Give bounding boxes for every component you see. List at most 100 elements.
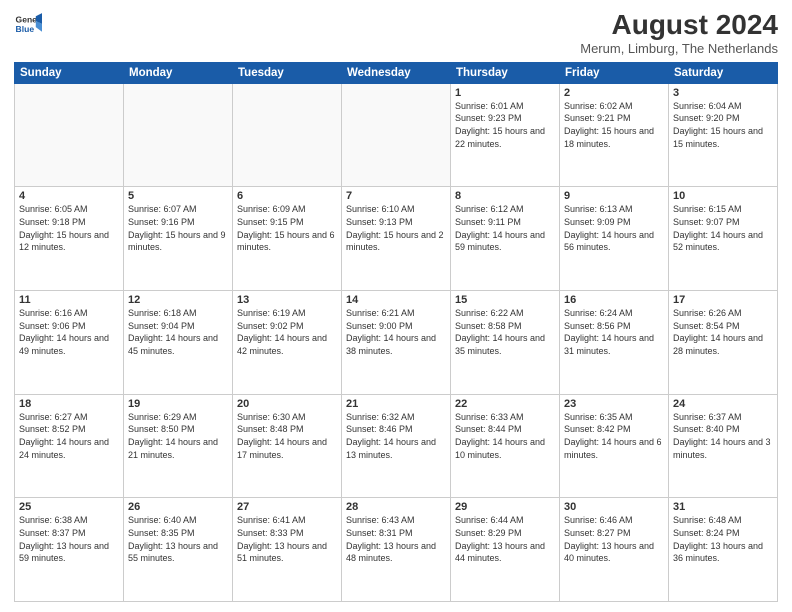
calendar-cell: 25Sunrise: 6:38 AM Sunset: 8:37 PM Dayli… — [15, 498, 124, 602]
calendar-cell: 21Sunrise: 6:32 AM Sunset: 8:46 PM Dayli… — [342, 394, 451, 498]
day-info: Sunrise: 6:32 AM Sunset: 8:46 PM Dayligh… — [346, 411, 446, 461]
day-info: Sunrise: 6:30 AM Sunset: 8:48 PM Dayligh… — [237, 411, 337, 461]
day-number: 14 — [346, 294, 446, 306]
day-number: 24 — [673, 398, 773, 410]
calendar-cell: 29Sunrise: 6:44 AM Sunset: 8:29 PM Dayli… — [451, 498, 560, 602]
day-number: 6 — [237, 190, 337, 202]
calendar-week-1: 1Sunrise: 6:01 AM Sunset: 9:23 PM Daylig… — [15, 83, 778, 187]
day-info: Sunrise: 6:29 AM Sunset: 8:50 PM Dayligh… — [128, 411, 228, 461]
calendar-cell: 8Sunrise: 6:12 AM Sunset: 9:11 PM Daylig… — [451, 187, 560, 291]
day-info: Sunrise: 6:37 AM Sunset: 8:40 PM Dayligh… — [673, 411, 773, 461]
day-info: Sunrise: 6:16 AM Sunset: 9:06 PM Dayligh… — [19, 307, 119, 357]
day-info: Sunrise: 6:15 AM Sunset: 9:07 PM Dayligh… — [673, 203, 773, 253]
page: General Blue August 2024 Merum, Limburg,… — [0, 0, 792, 612]
day-info: Sunrise: 6:21 AM Sunset: 9:00 PM Dayligh… — [346, 307, 446, 357]
calendar-body: 1Sunrise: 6:01 AM Sunset: 9:23 PM Daylig… — [15, 83, 778, 601]
calendar-cell — [124, 83, 233, 187]
day-header-saturday: Saturday — [669, 62, 778, 83]
day-number: 29 — [455, 501, 555, 513]
calendar-cell: 7Sunrise: 6:10 AM Sunset: 9:13 PM Daylig… — [342, 187, 451, 291]
day-number: 26 — [128, 501, 228, 513]
day-info: Sunrise: 6:44 AM Sunset: 8:29 PM Dayligh… — [455, 514, 555, 564]
calendar-week-4: 18Sunrise: 6:27 AM Sunset: 8:52 PM Dayli… — [15, 394, 778, 498]
calendar-cell: 28Sunrise: 6:43 AM Sunset: 8:31 PM Dayli… — [342, 498, 451, 602]
day-number: 21 — [346, 398, 446, 410]
day-number: 17 — [673, 294, 773, 306]
day-number: 11 — [19, 294, 119, 306]
calendar-cell: 5Sunrise: 6:07 AM Sunset: 9:16 PM Daylig… — [124, 187, 233, 291]
day-number: 9 — [564, 190, 664, 202]
day-info: Sunrise: 6:35 AM Sunset: 8:42 PM Dayligh… — [564, 411, 664, 461]
calendar-cell: 27Sunrise: 6:41 AM Sunset: 8:33 PM Dayli… — [233, 498, 342, 602]
day-info: Sunrise: 6:01 AM Sunset: 9:23 PM Dayligh… — [455, 100, 555, 150]
calendar-cell: 12Sunrise: 6:18 AM Sunset: 9:04 PM Dayli… — [124, 291, 233, 395]
day-info: Sunrise: 6:19 AM Sunset: 9:02 PM Dayligh… — [237, 307, 337, 357]
header: General Blue August 2024 Merum, Limburg,… — [14, 10, 778, 56]
day-info: Sunrise: 6:12 AM Sunset: 9:11 PM Dayligh… — [455, 203, 555, 253]
day-number: 1 — [455, 87, 555, 99]
day-header-friday: Friday — [560, 62, 669, 83]
calendar-cell: 10Sunrise: 6:15 AM Sunset: 9:07 PM Dayli… — [669, 187, 778, 291]
calendar-cell: 20Sunrise: 6:30 AM Sunset: 8:48 PM Dayli… — [233, 394, 342, 498]
logo: General Blue — [14, 10, 42, 38]
day-header-monday: Monday — [124, 62, 233, 83]
day-info: Sunrise: 6:10 AM Sunset: 9:13 PM Dayligh… — [346, 203, 446, 253]
day-number: 31 — [673, 501, 773, 513]
calendar-week-3: 11Sunrise: 6:16 AM Sunset: 9:06 PM Dayli… — [15, 291, 778, 395]
day-number: 23 — [564, 398, 664, 410]
calendar-cell: 24Sunrise: 6:37 AM Sunset: 8:40 PM Dayli… — [669, 394, 778, 498]
calendar-header-row: SundayMondayTuesdayWednesdayThursdayFrid… — [15, 62, 778, 83]
calendar-cell: 15Sunrise: 6:22 AM Sunset: 8:58 PM Dayli… — [451, 291, 560, 395]
calendar-cell: 23Sunrise: 6:35 AM Sunset: 8:42 PM Dayli… — [560, 394, 669, 498]
day-number: 19 — [128, 398, 228, 410]
calendar-cell: 9Sunrise: 6:13 AM Sunset: 9:09 PM Daylig… — [560, 187, 669, 291]
calendar-cell: 30Sunrise: 6:46 AM Sunset: 8:27 PM Dayli… — [560, 498, 669, 602]
day-header-thursday: Thursday — [451, 62, 560, 83]
calendar-cell: 19Sunrise: 6:29 AM Sunset: 8:50 PM Dayli… — [124, 394, 233, 498]
day-info: Sunrise: 6:07 AM Sunset: 9:16 PM Dayligh… — [128, 203, 228, 253]
day-number: 5 — [128, 190, 228, 202]
day-info: Sunrise: 6:05 AM Sunset: 9:18 PM Dayligh… — [19, 203, 119, 253]
day-info: Sunrise: 6:48 AM Sunset: 8:24 PM Dayligh… — [673, 514, 773, 564]
day-number: 15 — [455, 294, 555, 306]
day-info: Sunrise: 6:02 AM Sunset: 9:21 PM Dayligh… — [564, 100, 664, 150]
day-info: Sunrise: 6:13 AM Sunset: 9:09 PM Dayligh… — [564, 203, 664, 253]
title-block: August 2024 Merum, Limburg, The Netherla… — [580, 10, 778, 56]
day-info: Sunrise: 6:46 AM Sunset: 8:27 PM Dayligh… — [564, 514, 664, 564]
day-number: 10 — [673, 190, 773, 202]
day-number: 13 — [237, 294, 337, 306]
day-info: Sunrise: 6:40 AM Sunset: 8:35 PM Dayligh… — [128, 514, 228, 564]
calendar-cell: 18Sunrise: 6:27 AM Sunset: 8:52 PM Dayli… — [15, 394, 124, 498]
day-number: 3 — [673, 87, 773, 99]
day-number: 20 — [237, 398, 337, 410]
day-header-sunday: Sunday — [15, 62, 124, 83]
day-info: Sunrise: 6:04 AM Sunset: 9:20 PM Dayligh… — [673, 100, 773, 150]
calendar-week-2: 4Sunrise: 6:05 AM Sunset: 9:18 PM Daylig… — [15, 187, 778, 291]
calendar-cell: 1Sunrise: 6:01 AM Sunset: 9:23 PM Daylig… — [451, 83, 560, 187]
day-number: 18 — [19, 398, 119, 410]
day-number: 25 — [19, 501, 119, 513]
day-info: Sunrise: 6:24 AM Sunset: 8:56 PM Dayligh… — [564, 307, 664, 357]
day-info: Sunrise: 6:09 AM Sunset: 9:15 PM Dayligh… — [237, 203, 337, 253]
calendar-table: SundayMondayTuesdayWednesdayThursdayFrid… — [14, 62, 778, 602]
svg-text:Blue: Blue — [16, 24, 35, 34]
calendar-cell: 14Sunrise: 6:21 AM Sunset: 9:00 PM Dayli… — [342, 291, 451, 395]
day-number: 2 — [564, 87, 664, 99]
calendar-cell: 31Sunrise: 6:48 AM Sunset: 8:24 PM Dayli… — [669, 498, 778, 602]
day-number: 8 — [455, 190, 555, 202]
day-number: 30 — [564, 501, 664, 513]
day-info: Sunrise: 6:41 AM Sunset: 8:33 PM Dayligh… — [237, 514, 337, 564]
sub-title: Merum, Limburg, The Netherlands — [580, 41, 778, 56]
day-number: 7 — [346, 190, 446, 202]
day-header-wednesday: Wednesday — [342, 62, 451, 83]
main-title: August 2024 — [580, 10, 778, 41]
calendar-week-5: 25Sunrise: 6:38 AM Sunset: 8:37 PM Dayli… — [15, 498, 778, 602]
day-info: Sunrise: 6:43 AM Sunset: 8:31 PM Dayligh… — [346, 514, 446, 564]
day-number: 28 — [346, 501, 446, 513]
day-number: 27 — [237, 501, 337, 513]
calendar-cell: 4Sunrise: 6:05 AM Sunset: 9:18 PM Daylig… — [15, 187, 124, 291]
calendar-cell — [15, 83, 124, 187]
calendar-cell — [233, 83, 342, 187]
day-header-tuesday: Tuesday — [233, 62, 342, 83]
day-info: Sunrise: 6:33 AM Sunset: 8:44 PM Dayligh… — [455, 411, 555, 461]
